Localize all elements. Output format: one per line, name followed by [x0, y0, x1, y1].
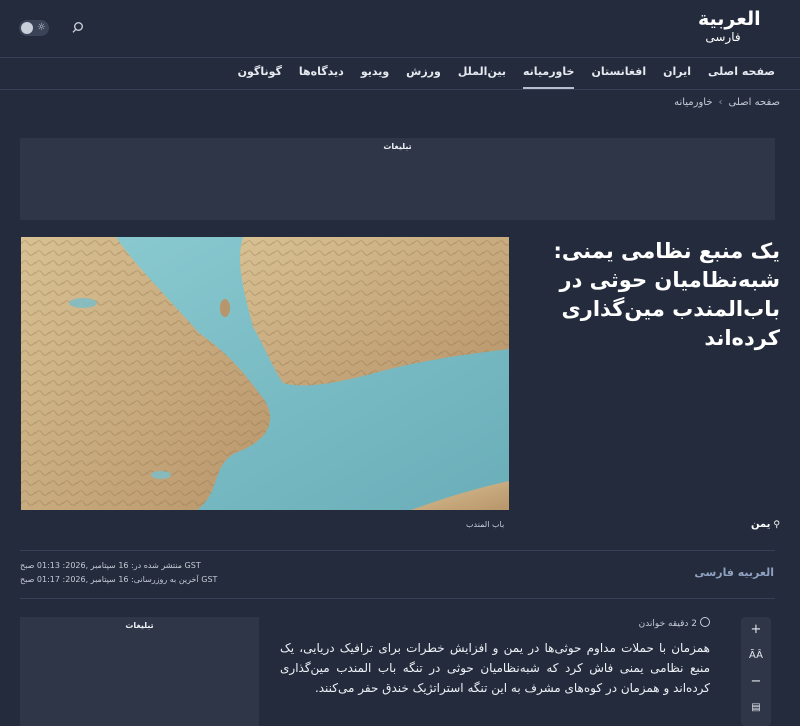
logo-line-2: فارسی: [705, 30, 741, 44]
nav-item[interactable]: ایران: [663, 65, 691, 87]
breadcrumb-separator: ›: [718, 97, 723, 108]
ad-label: تبلیغات: [125, 621, 154, 630]
reading-time-text: 2 دقیقه خواندن: [638, 619, 697, 629]
published-date: منتشر شده در: 16 سپتامبر ,2026: 01:13 صب…: [20, 561, 201, 570]
hero-image-bab-el-mandeb-map: [21, 237, 509, 510]
clock-icon: [700, 617, 710, 627]
nav-item[interactable]: ویدیو: [361, 65, 389, 87]
font-decrease-button[interactable]: −: [741, 669, 771, 695]
advertisement-banner[interactable]: تبلیغات: [20, 138, 775, 220]
breadcrumb-home[interactable]: صفحه اصلی: [729, 97, 780, 108]
dark-mode-toggle[interactable]: ☼: [19, 20, 49, 36]
top-bar: العربية فارسی ☼: [0, 0, 800, 56]
location-tag-yemen[interactable]: ⚲یمن: [751, 519, 780, 530]
article-tools: + ÃÂ − ▤: [741, 617, 771, 726]
nav-item[interactable]: دیدگاه‌ها: [299, 65, 344, 87]
image-caption: باب المندب: [466, 520, 505, 529]
divider: [20, 550, 775, 551]
author-link[interactable]: العربیه فارسی: [694, 566, 774, 579]
article-body: همزمان با حملات مداوم حوثی‌ها در یمن و ا…: [280, 641, 710, 695]
nav-item[interactable]: گوناگون: [238, 65, 282, 87]
breadcrumb-current[interactable]: خاورمیانه: [674, 97, 712, 108]
nav-item[interactable]: صفحه اصلی: [708, 65, 775, 87]
location-pin-icon: ⚲: [773, 520, 780, 530]
moon-icon: [21, 22, 33, 34]
text-size-button[interactable]: ÃÂ: [741, 643, 771, 669]
divider: [20, 598, 775, 599]
alarabiya-farsi-logo[interactable]: العربية فارسی: [698, 8, 761, 48]
reading-time: 2 دقیقه خواندن: [639, 617, 710, 629]
font-increase-button[interactable]: +: [741, 617, 771, 643]
breadcrumb: صفحه اصلی › خاورمیانه: [674, 97, 780, 108]
tag-label: یمن: [750, 519, 771, 530]
nav-item[interactable]: خاورمیانه: [522, 65, 575, 89]
print-button[interactable]: ▤: [741, 695, 771, 721]
nav-item[interactable]: بین‌الملل: [458, 65, 506, 87]
main-navigation: صفحه اصلی ایران افغانستان خاورمیانه بین‌المل…: [0, 57, 800, 90]
nav-list: صفحه اصلی ایران افغانستان خاورمیانه بین‌المل…: [221, 65, 775, 89]
nav-item[interactable]: افغانستان: [591, 65, 646, 87]
sun-icon: ☼: [37, 22, 46, 33]
nav-item[interactable]: ورزش: [406, 65, 441, 87]
article-title: یک منبع نظامی یمنی: شبه‌نظامیان حوثی در …: [553, 239, 780, 350]
sidebar-advertisement[interactable]: تبلیغات: [20, 617, 259, 726]
ad-label: تبلیغات: [383, 142, 412, 151]
search-icon[interactable]: [70, 20, 86, 36]
logo-line-1: العربية: [698, 8, 761, 30]
updated-date: آخرین به روزرسانی: 16 سپتامبر ,2026: 01:…: [20, 575, 218, 584]
